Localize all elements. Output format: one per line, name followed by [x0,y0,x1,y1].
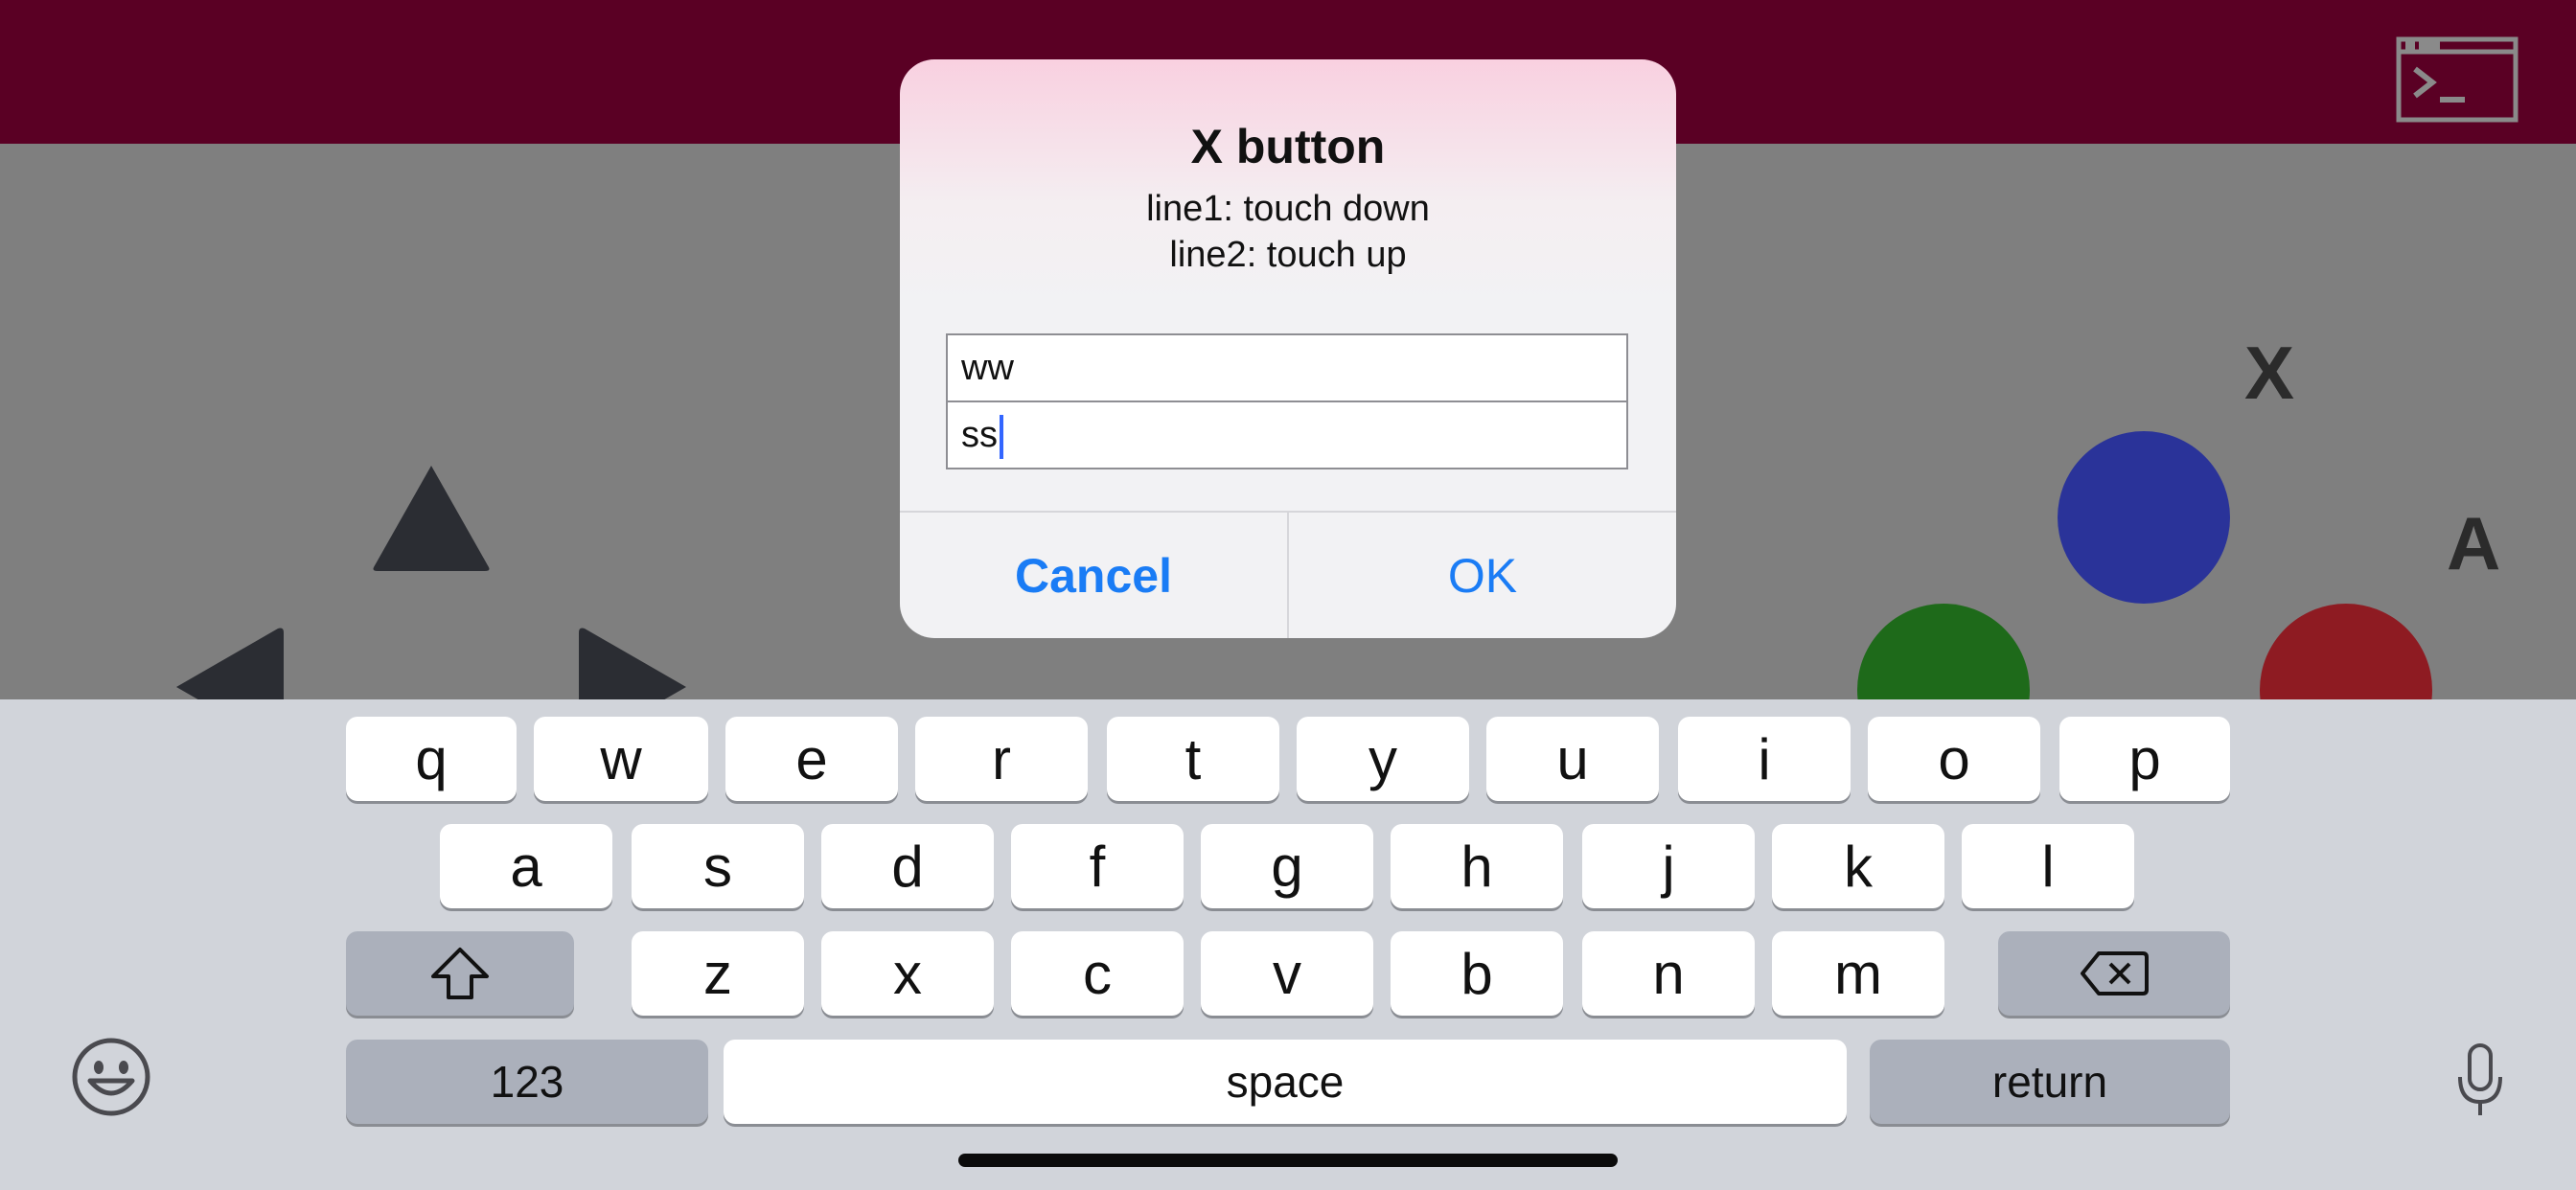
delete-icon [2081,951,2149,995]
key-r[interactable]: r [915,717,1088,801]
a-button-label: A [2447,501,2501,585]
key-l[interactable]: l [1962,824,2134,908]
red-button[interactable] [2260,604,2432,699]
key-o[interactable]: o [1868,717,2040,801]
key-f[interactable]: f [1011,824,1184,908]
alert-message-line2: line2: touch up [1169,235,1407,275]
key-j[interactable]: j [1582,824,1755,908]
numbers-key[interactable]: 123 [346,1040,708,1124]
text-caret [1000,414,1003,459]
triangle-up-icon [373,466,490,571]
touch-up-value: ss [961,415,998,455]
key-m[interactable]: m [1772,931,1944,1016]
key-x[interactable]: x [821,931,994,1016]
emoji-icon [72,1038,150,1116]
key-i[interactable]: i [1678,717,1851,801]
space-key[interactable]: space [724,1040,1847,1124]
terminal-icon [2396,36,2518,123]
ok-button[interactable]: OK [1289,513,1676,638]
return-key[interactable]: return [1870,1040,2230,1124]
touch-up-input[interactable]: ss [946,400,1628,469]
alert-dialog: X button line1: touch down line2: touch … [900,59,1676,638]
dpad-left-button[interactable] [172,625,288,699]
touch-down-input[interactable]: ww [946,333,1628,402]
green-button[interactable] [1857,604,2030,699]
key-h[interactable]: h [1391,824,1563,908]
cancel-button[interactable]: Cancel [900,513,1287,638]
key-u[interactable]: u [1486,717,1659,801]
shift-key[interactable] [346,931,574,1016]
emoji-button[interactable] [71,1037,151,1117]
key-d[interactable]: d [821,824,994,908]
key-c[interactable]: c [1011,931,1184,1016]
delete-key[interactable] [1998,931,2230,1016]
key-s[interactable]: s [632,824,804,908]
microphone-icon [2458,1043,2502,1115]
key-b[interactable]: b [1391,931,1563,1016]
key-n[interactable]: n [1582,931,1755,1016]
key-a[interactable]: a [440,824,612,908]
key-t[interactable]: t [1107,717,1279,801]
dpad-right-button[interactable] [575,625,690,699]
x-button-label: X [2244,331,2295,415]
key-p[interactable]: p [2059,717,2230,801]
blue-button[interactable] [2058,431,2230,604]
key-y[interactable]: y [1297,717,1469,801]
shift-icon [431,948,489,999]
dictation-button[interactable] [2455,1042,2505,1119]
dpad-up-button[interactable] [368,460,494,575]
touch-down-value: ww [961,348,1014,388]
key-z[interactable]: z [632,931,804,1016]
triangle-left-icon [176,628,284,699]
key-g[interactable]: g [1201,824,1373,908]
terminal-button[interactable] [2396,36,2518,123]
home-indicator[interactable] [958,1154,1618,1167]
key-q[interactable]: q [346,717,517,801]
key-v[interactable]: v [1201,931,1373,1016]
alert-message-line1: line1: touch down [1146,189,1430,229]
key-k[interactable]: k [1772,824,1944,908]
key-e[interactable]: e [725,717,898,801]
key-w[interactable]: w [534,717,708,801]
triangle-right-icon [579,628,686,699]
alert-title: X button [1190,120,1386,173]
